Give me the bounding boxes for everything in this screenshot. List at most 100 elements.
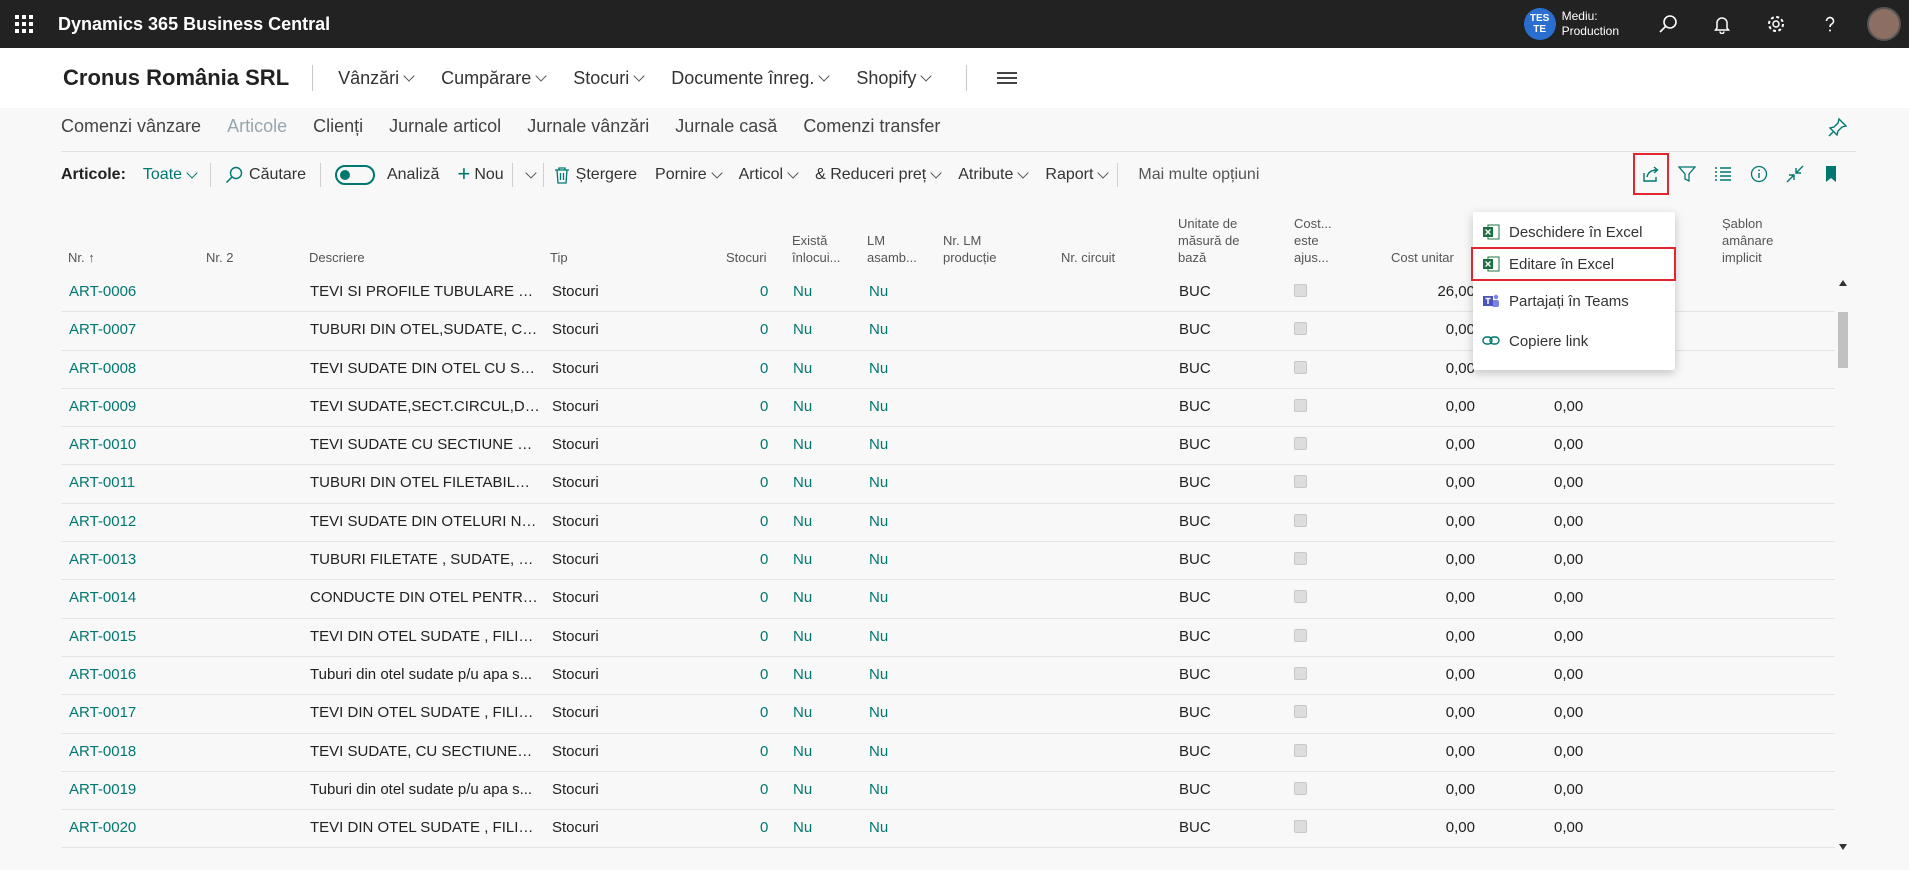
nav-comenzi-transfer[interactable]: Comenzi transfer (803, 116, 940, 138)
attributes-menu[interactable]: Atribute (958, 166, 1030, 184)
item-inventory-link[interactable]: 0 (760, 360, 768, 377)
hamburger-menu-icon[interactable] (966, 65, 1018, 91)
item-number-link[interactable]: ART-0012 (69, 513, 136, 530)
substitutes-exist-link[interactable]: Nu (793, 589, 812, 606)
item-number-link[interactable]: ART-0007 (69, 321, 136, 338)
item-inventory-link[interactable]: 0 (760, 513, 768, 530)
info-icon[interactable] (1741, 153, 1777, 195)
table-row[interactable]: ART-0018 TEVI SUDATE, CU SECTIUNEA CI... S… (61, 734, 1835, 772)
assembly-bom-link[interactable]: Nu (869, 474, 888, 491)
assembly-bom-link[interactable]: Nu (869, 589, 888, 606)
menu-cumparare[interactable]: Cumpărare (441, 68, 547, 89)
bell-icon[interactable] (1695, 0, 1749, 48)
scroll-up-arrow-icon[interactable] (1839, 280, 1847, 286)
table-row[interactable]: ART-0017 TEVI DIN OTEL SUDATE , FILITA...… (61, 695, 1835, 734)
col-nr-lm-productie[interactable]: Nr. LM producție (943, 232, 996, 266)
item-inventory-link[interactable]: 0 (760, 628, 768, 645)
assembly-bom-link[interactable]: Nu (869, 743, 888, 760)
vertical-scrollbar[interactable] (1835, 274, 1851, 854)
assembly-bom-link[interactable]: Nu (869, 321, 888, 338)
nav-clienti[interactable]: Clienți (313, 116, 363, 138)
item-number-link[interactable]: ART-0018 (69, 743, 136, 760)
company-name[interactable]: Cronus România SRL (63, 65, 289, 91)
nav-jurnale-vanzari[interactable]: Jurnale vânzări (527, 116, 649, 138)
assembly-bom-link[interactable]: Nu (869, 283, 888, 300)
substitutes-exist-link[interactable]: Nu (793, 551, 812, 568)
assembly-bom-link[interactable]: Nu (869, 436, 888, 453)
filter-icon[interactable] (1669, 153, 1705, 195)
table-row[interactable]: ART-0011 TUBURI DIN OTEL FILETABILA, A...… (61, 465, 1835, 504)
nav-jurnale-casa[interactable]: Jurnale casă (675, 116, 777, 138)
col-cost-ajustat[interactable]: Cost... este ajus... (1294, 215, 1332, 266)
search-button[interactable]: Căutare (225, 166, 306, 184)
nav-jurnale-articol[interactable]: Jurnale articol (389, 116, 501, 138)
environment-badge[interactable]: TES TE (1523, 8, 1556, 40)
item-number-link[interactable]: ART-0014 (69, 589, 136, 606)
table-row[interactable]: ART-0019 Tuburi din otel sudate p/u apa s… (61, 772, 1835, 811)
substitutes-exist-link[interactable]: Nu (793, 819, 812, 836)
start-menu[interactable]: Pornire (655, 166, 723, 184)
app-launcher-icon[interactable] (0, 0, 48, 48)
menu-copy-link[interactable]: Copiere link (1473, 324, 1675, 358)
substitutes-exist-link[interactable]: Nu (793, 360, 812, 377)
assembly-bom-link[interactable]: Nu (869, 513, 888, 530)
report-menu[interactable]: Raport (1045, 166, 1110, 184)
help-icon[interactable] (1803, 0, 1857, 48)
menu-open-in-excel[interactable]: Deschidere în Excel (1473, 215, 1675, 249)
item-number-link[interactable]: ART-0020 (69, 819, 136, 836)
assembly-bom-link[interactable]: Nu (869, 819, 888, 836)
col-stocuri[interactable]: Stocuri (726, 249, 766, 266)
col-unitate-masura[interactable]: Unitate de măsură de bază (1178, 215, 1239, 266)
substitutes-exist-link[interactable]: Nu (793, 436, 812, 453)
substitutes-exist-link[interactable]: Nu (793, 513, 812, 530)
assembly-bom-link[interactable]: Nu (869, 360, 888, 377)
analysis-toggle[interactable]: Analiză (334, 165, 439, 185)
table-row[interactable]: ART-0016 Tuburi din otel sudate p/u apa s… (61, 657, 1835, 696)
delete-button[interactable]: Ștergere (554, 166, 637, 184)
nav-comenzi-vanzare[interactable]: Comenzi vânzare (61, 116, 201, 138)
list-view-icon[interactable] (1705, 153, 1741, 195)
menu-edit-in-excel[interactable]: Editare în Excel (1471, 247, 1676, 281)
gear-icon[interactable] (1749, 0, 1803, 48)
col-exista-inlocuitor[interactable]: Există înlocui... (792, 232, 840, 266)
menu-vanzari[interactable]: Vânzări (338, 68, 415, 89)
col-nr-circuit[interactable]: Nr. circuit (1061, 249, 1115, 266)
item-number-link[interactable]: ART-0019 (69, 781, 136, 798)
assembly-bom-link[interactable]: Nu (869, 628, 888, 645)
table-row[interactable]: ART-0012 TEVI SUDATE DIN OTELURI NEA... St… (61, 504, 1835, 543)
table-row[interactable]: ART-0009 TEVI SUDATE,SECT.CIRCUL,DIN ... S… (61, 389, 1835, 428)
item-number-link[interactable]: ART-0008 (69, 360, 136, 377)
col-nr[interactable]: Nr. ↑ (68, 249, 95, 266)
item-inventory-link[interactable]: 0 (760, 474, 768, 491)
item-number-link[interactable]: ART-0016 (69, 666, 136, 683)
nav-articole[interactable]: Articole (227, 116, 287, 138)
substitutes-exist-link[interactable]: Nu (793, 398, 812, 415)
item-number-link[interactable]: ART-0010 (69, 436, 136, 453)
view-selector[interactable]: Toate (143, 166, 198, 184)
item-inventory-link[interactable]: 0 (760, 283, 768, 300)
substitutes-exist-link[interactable]: Nu (793, 283, 812, 300)
menu-share-in-teams[interactable]: Partajați în Teams (1473, 284, 1675, 318)
menu-shopify[interactable]: Shopify (856, 68, 933, 89)
col-descriere[interactable]: Descriere (309, 249, 365, 266)
table-row[interactable]: ART-0014 CONDUCTE DIN OTEL PENTRU ... Stoc… (61, 580, 1835, 619)
substitutes-exist-link[interactable]: Nu (793, 704, 812, 721)
item-number-link[interactable]: ART-0009 (69, 398, 136, 415)
item-inventory-link[interactable]: 0 (760, 398, 768, 415)
user-avatar[interactable] (1867, 7, 1901, 41)
item-inventory-link[interactable]: 0 (760, 743, 768, 760)
new-button[interactable]: + Nou (457, 161, 503, 187)
item-inventory-link[interactable]: 0 (760, 819, 768, 836)
discounts-menu[interactable]: & Reduceri preț (815, 166, 942, 184)
table-row[interactable]: ART-0015 TEVI DIN OTEL SUDATE , FILITA...… (61, 619, 1835, 657)
item-inventory-link[interactable]: 0 (760, 551, 768, 568)
col-sablon-amanare[interactable]: Șablon amânare implicit (1722, 215, 1773, 266)
table-row[interactable]: ART-0013 TUBURI FILETATE , SUDATE, CU ...… (61, 542, 1835, 581)
item-number-link[interactable]: ART-0006 (69, 283, 136, 300)
col-tip[interactable]: Tip (550, 249, 568, 266)
item-inventory-link[interactable]: 0 (760, 589, 768, 606)
substitutes-exist-link[interactable]: Nu (793, 781, 812, 798)
share-icon[interactable] (1633, 153, 1669, 195)
item-inventory-link[interactable]: 0 (760, 436, 768, 453)
assembly-bom-link[interactable]: Nu (869, 398, 888, 415)
